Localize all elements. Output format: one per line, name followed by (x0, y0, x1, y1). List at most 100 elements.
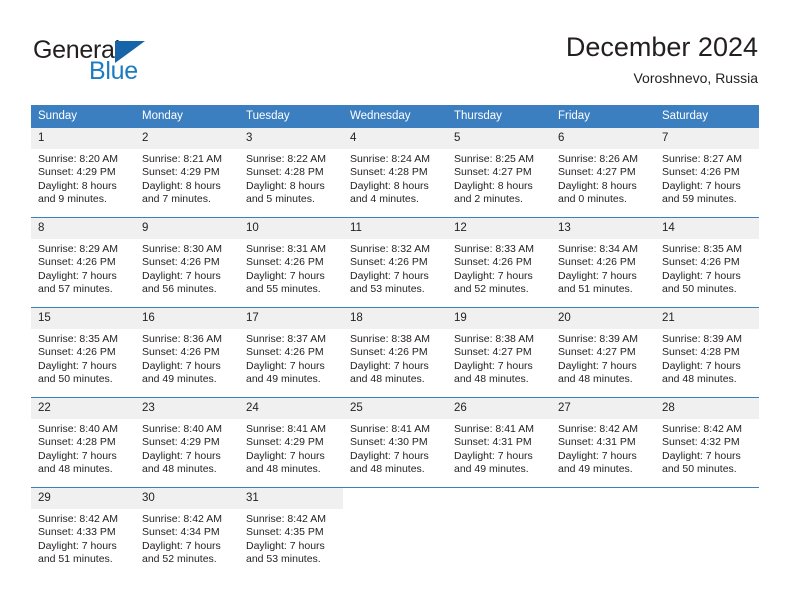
daylight-text-line2: and 48 minutes. (662, 373, 737, 386)
day-number: 9 (135, 218, 239, 239)
day-number: 8 (31, 218, 135, 239)
day-cell[interactable]: 3 Sunrise: 8:22 AM Sunset: 4:28 PM Daylight… (239, 128, 343, 207)
sunset-text: Sunset: 4:29 PM (142, 166, 220, 179)
day-details: Sunrise: 8:42 AM Sunset: 4:33 PM Daylight:… (31, 509, 135, 567)
day-cell[interactable]: 20 Sunrise: 8:39 AM Sunset: 4:27 PM Dayligh… (551, 307, 655, 387)
sunrise-text: Sunrise: 8:42 AM (558, 423, 638, 435)
day-details: Sunrise: 8:42 AM Sunset: 4:34 PM Daylight:… (135, 509, 239, 567)
day-cell[interactable]: 10 Sunrise: 8:31 AM Sunset: 4:26 PM Dayligh… (239, 217, 343, 295)
sunrise-text: Sunrise: 8:24 AM (350, 153, 430, 165)
daylight-text-line1: Daylight: 7 hours (142, 449, 221, 462)
day-number: 11 (343, 218, 447, 239)
day-cell[interactable]: 9 Sunrise: 8:30 AM Sunset: 4:26 PM Daylight… (135, 217, 239, 295)
day-details: Sunrise: 8:42 AM Sunset: 4:31 PM Daylight:… (551, 419, 655, 477)
day-cell[interactable]: 18 Sunrise: 8:38 AM Sunset: 4:26 PM Dayligh… (343, 307, 447, 387)
day-cell[interactable]: 21 Sunrise: 8:39 AM Sunset: 4:28 PM Dayligh… (655, 307, 759, 386)
sunrise-text: Sunrise: 8:36 AM (142, 333, 222, 345)
day-cell[interactable]: 7 Sunrise: 8:27 AM Sunset: 4:26 PM Daylight… (655, 128, 759, 205)
daylight-text-line1: Daylight: 7 hours (662, 269, 741, 282)
day-number: 14 (655, 218, 759, 239)
sunrise-text: Sunrise: 8:37 AM (246, 333, 326, 345)
day-number (551, 488, 655, 509)
sunset-text: Sunset: 4:28 PM (662, 346, 740, 359)
weekday-header-thursday: Thursday (447, 105, 551, 128)
sunset-text: Sunset: 4:28 PM (246, 166, 324, 179)
daylight-text-line2: and 51 minutes. (558, 283, 633, 296)
day-number: 31 (239, 488, 343, 509)
sunrise-text: Sunrise: 8:38 AM (454, 333, 534, 345)
day-cell[interactable]: 23 Sunrise: 8:40 AM Sunset: 4:29 PM Dayligh… (135, 397, 239, 477)
brand-name-blue: Blue (89, 57, 138, 85)
sunset-text: Sunset: 4:26 PM (662, 166, 740, 179)
day-cell[interactable]: 26 Sunrise: 8:41 AM Sunset: 4:31 PM Dayligh… (447, 397, 551, 475)
sunset-text: Sunset: 4:26 PM (246, 346, 324, 359)
day-number: 18 (343, 308, 447, 329)
daylight-text-line1: Daylight: 7 hours (38, 359, 117, 372)
day-details: Sunrise: 8:41 AM Sunset: 4:30 PM Daylight:… (343, 419, 447, 477)
day-cell[interactable]: 5 Sunrise: 8:25 AM Sunset: 4:27 PM Daylight… (447, 128, 551, 207)
sunset-text: Sunset: 4:33 PM (38, 526, 116, 539)
sunset-text: Sunset: 4:27 PM (454, 346, 532, 359)
daylight-text-line1: Daylight: 8 hours (38, 179, 117, 192)
daylight-text-line2: and 9 minutes. (38, 193, 107, 206)
day-cell[interactable]: 22 Sunrise: 8:40 AM Sunset: 4:28 PM Dayligh… (31, 397, 135, 475)
daylight-text-line1: Daylight: 7 hours (142, 269, 221, 282)
sunrise-text: Sunrise: 8:40 AM (38, 423, 118, 435)
sunrise-text: Sunrise: 8:34 AM (558, 243, 638, 255)
day-details: Sunrise: 8:38 AM Sunset: 4:26 PM Daylight:… (343, 329, 447, 387)
day-cell[interactable]: 15 Sunrise: 8:35 AM Sunset: 4:26 PM Dayligh… (31, 307, 135, 386)
day-cell[interactable]: 24 Sunrise: 8:41 AM Sunset: 4:29 PM Dayligh… (239, 397, 343, 475)
day-details: Sunrise: 8:39 AM Sunset: 4:27 PM Daylight:… (551, 329, 655, 387)
day-cell[interactable]: 8 Sunrise: 8:29 AM Sunset: 4:26 PM Daylight… (31, 217, 135, 295)
day-cell[interactable]: 4 Sunrise: 8:24 AM Sunset: 4:28 PM Daylight… (343, 128, 447, 207)
daylight-text-line1: Daylight: 8 hours (558, 179, 637, 192)
daylight-text-line2: and 48 minutes. (350, 463, 425, 476)
sunset-text: Sunset: 4:26 PM (38, 256, 116, 269)
day-cell[interactable]: 17 Sunrise: 8:37 AM Sunset: 4:26 PM Dayligh… (239, 307, 343, 385)
day-number: 10 (239, 218, 343, 239)
daylight-text-line1: Daylight: 7 hours (38, 269, 117, 282)
day-cell[interactable]: 13 Sunrise: 8:34 AM Sunset: 4:26 PM Dayligh… (551, 217, 655, 296)
day-cell[interactable]: 14 Sunrise: 8:35 AM Sunset: 4:26 PM Dayligh… (655, 217, 759, 295)
day-cell[interactable]: 16 Sunrise: 8:36 AM Sunset: 4:26 PM Dayligh… (135, 307, 239, 385)
daylight-text-line2: and 50 minutes. (38, 373, 113, 386)
weekday-header-sunday: Sunday (31, 105, 135, 128)
day-number (655, 488, 759, 509)
daylight-text-line1: Daylight: 7 hours (662, 179, 741, 192)
day-cell[interactable]: 6 Sunrise: 8:26 AM Sunset: 4:27 PM Daylight… (551, 128, 655, 207)
sunrise-text: Sunrise: 8:42 AM (246, 513, 326, 525)
day-cell[interactable]: 12 Sunrise: 8:33 AM Sunset: 4:26 PM Dayligh… (447, 217, 551, 295)
day-cell[interactable]: 19 Sunrise: 8:38 AM Sunset: 4:27 PM Dayligh… (447, 307, 551, 385)
day-cell[interactable]: 2 Sunrise: 8:21 AM Sunset: 4:29 PM Daylight… (135, 128, 239, 205)
day-cell[interactable]: 28 Sunrise: 8:42 AM Sunset: 4:32 PM Dayligh… (655, 397, 759, 475)
day-details: Sunrise: 8:26 AM Sunset: 4:27 PM Daylight:… (551, 149, 655, 207)
day-cell[interactable]: 1 Sunrise: 8:20 AM Sunset: 4:29 PM Daylight… (31, 128, 135, 206)
brand-logo[interactable]: General Blue (33, 36, 233, 86)
sunset-text: Sunset: 4:26 PM (350, 346, 428, 359)
day-details: Sunrise: 8:22 AM Sunset: 4:28 PM Daylight:… (239, 149, 343, 207)
daylight-text-line1: Daylight: 7 hours (246, 449, 325, 462)
sunset-text: Sunset: 4:30 PM (350, 436, 428, 449)
sunrise-text: Sunrise: 8:33 AM (454, 243, 534, 255)
daylight-text-line1: Daylight: 7 hours (558, 359, 637, 372)
day-details: Sunrise: 8:40 AM Sunset: 4:29 PM Daylight:… (135, 419, 239, 477)
title-block: December 2024 Voroshnevo, Russia (566, 31, 758, 87)
day-details: Sunrise: 8:32 AM Sunset: 4:26 PM Daylight:… (343, 239, 447, 297)
daylight-text-line2: and 0 minutes. (558, 193, 627, 206)
daylight-text-line2: and 49 minutes. (558, 463, 633, 476)
day-cell[interactable]: 11 Sunrise: 8:32 AM Sunset: 4:26 PM Dayligh… (343, 217, 447, 297)
sunset-text: Sunset: 4:29 PM (246, 436, 324, 449)
day-cell[interactable]: 25 Sunrise: 8:41 AM Sunset: 4:30 PM Dayligh… (343, 397, 447, 477)
sunrise-text: Sunrise: 8:39 AM (662, 333, 742, 345)
day-cell[interactable]: 30 Sunrise: 8:42 AM Sunset: 4:34 PM Dayligh… (135, 487, 239, 567)
sunrise-text: Sunrise: 8:35 AM (662, 243, 742, 255)
daylight-text-line1: Daylight: 7 hours (142, 359, 221, 372)
sunset-text: Sunset: 4:26 PM (38, 346, 116, 359)
day-cell[interactable]: 27 Sunrise: 8:42 AM Sunset: 4:31 PM Dayligh… (551, 397, 655, 477)
day-cell[interactable]: 29 Sunrise: 8:42 AM Sunset: 4:33 PM Dayligh… (31, 487, 135, 567)
weekday-header-row: Sunday Monday Tuesday Wednesday Thursday… (31, 105, 759, 128)
day-cell[interactable]: 31 Sunrise: 8:42 AM Sunset: 4:35 PM Dayligh… (239, 487, 343, 565)
day-details: Sunrise: 8:25 AM Sunset: 4:27 PM Daylight:… (447, 149, 551, 207)
sunset-text: Sunset: 4:26 PM (662, 256, 740, 269)
day-details: Sunrise: 8:24 AM Sunset: 4:28 PM Daylight:… (343, 149, 447, 207)
